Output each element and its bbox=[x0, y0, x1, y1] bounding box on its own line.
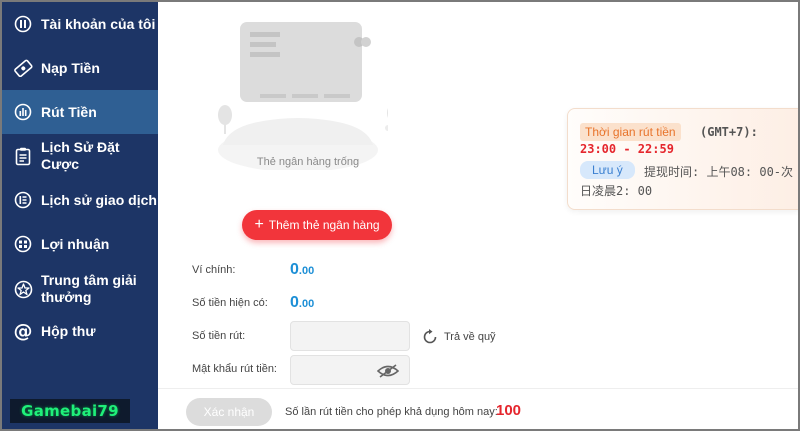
sidebar-item-inbox[interactable]: @ Hộp thư bbox=[2, 312, 158, 350]
plus-icon: + bbox=[254, 216, 264, 233]
add-bank-card-button[interactable]: + Thêm thẻ ngân hàng bbox=[242, 210, 392, 240]
brand-logo: Gamebai79 bbox=[10, 399, 130, 423]
available-int: 0 bbox=[290, 294, 299, 311]
sidebar-item-deposit[interactable]: Nạp Tiền bbox=[2, 46, 158, 90]
deposit-icon bbox=[13, 58, 33, 78]
withdraw-panel: Thẻ ngân hàng trống + Thêm thẻ ngân hàng… bbox=[158, 2, 798, 429]
add-bank-card-label: Thêm thẻ ngân hàng bbox=[268, 218, 380, 232]
eye-hidden-icon[interactable] bbox=[377, 364, 399, 378]
sidebar-item-transaction-history[interactable]: Lịch sử giao dịch bbox=[2, 178, 158, 222]
star-icon bbox=[13, 279, 33, 299]
note-tag: Lưu ý bbox=[580, 161, 635, 179]
sidebar-item-label: Nạp Tiền bbox=[41, 59, 100, 76]
withdraw-password-label: Mật khẩu rút tiền: bbox=[192, 363, 277, 375]
app-frame: Tài khoản của tôi Nạp Tiền Rút Tiền Lịch… bbox=[2, 2, 798, 429]
note-text-line1: 提现时间: 上午08: 00-次 bbox=[644, 165, 794, 179]
empty-bank-card-illustration bbox=[218, 22, 388, 170]
withdraw-hours: 23:00 - 22:59 bbox=[580, 142, 674, 156]
account-icon bbox=[13, 14, 33, 34]
available-amount: 0.00 bbox=[290, 294, 314, 312]
confirm-button[interactable]: Xác nhận bbox=[186, 398, 272, 426]
sidebar-item-label: Rút Tiền bbox=[41, 103, 97, 120]
main-wallet-label: Ví chính: bbox=[192, 264, 236, 276]
timezone-text: (GMT+7): bbox=[700, 125, 758, 139]
available-amount-label: Số tiền hiện có: bbox=[192, 297, 268, 309]
withdraw-password-field[interactable] bbox=[290, 355, 410, 385]
at-icon: @ bbox=[13, 320, 33, 342]
main-wallet-dec: .00 bbox=[298, 265, 315, 277]
withdraw-time-tag: Thời gian rút tiền bbox=[580, 123, 681, 141]
sidebar-item-rewards[interactable]: Trung tâm giải thưởng bbox=[2, 266, 158, 312]
withdraw-amount-field[interactable] bbox=[290, 321, 410, 351]
bet-history-icon bbox=[13, 146, 33, 166]
main-wallet-amount: 0.00 bbox=[290, 261, 314, 279]
note-text-line2: 日凌晨2: 00 bbox=[580, 184, 653, 198]
sidebar-item-label: Lịch Sử Đặt Cược bbox=[41, 139, 120, 172]
withdraw-amount-label: Số tiền rút: bbox=[192, 330, 246, 342]
daily-withdraw-count-label: Số lần rút tiền cho phép khả dụng hôm na… bbox=[285, 406, 498, 418]
available-dec: .00 bbox=[298, 298, 315, 310]
withdraw-time-info-card: Thời gian rút tiền (GMT+7): 23:00 - 22:5… bbox=[567, 108, 798, 210]
sidebar-item-label: Trung tâm giải thưởng bbox=[41, 272, 137, 305]
footer-bar: Xác nhận Số lần rút tiền cho phép khả dụ… bbox=[158, 388, 798, 429]
sidebar-item-bet-history[interactable]: Lịch Sử Đặt Cược bbox=[2, 134, 158, 178]
return-to-fund-link[interactable]: Trả về quỹ bbox=[421, 328, 496, 346]
sidebar-item-profit[interactable]: Lợi nhuận bbox=[2, 222, 158, 266]
return-to-fund-label: Trả về quỹ bbox=[444, 331, 496, 343]
main-wallet-int: 0 bbox=[290, 261, 299, 278]
daily-withdraw-count-value: 100 bbox=[496, 402, 522, 419]
sidebar-item-label: Tài khoản của tôi bbox=[41, 15, 156, 32]
empty-bank-card-text: Thẻ ngân hàng trống bbox=[256, 156, 360, 168]
profit-icon bbox=[13, 234, 33, 254]
withdraw-icon bbox=[13, 102, 33, 122]
sidebar-item-label: Hộp thư bbox=[41, 322, 96, 339]
refresh-icon bbox=[423, 329, 437, 344]
sidebar: Tài khoản của tôi Nạp Tiền Rút Tiền Lịch… bbox=[2, 2, 158, 429]
sidebar-item-label: Lợi nhuận bbox=[41, 235, 110, 252]
sidebar-item-label: Lịch sử giao dịch bbox=[41, 191, 157, 208]
sidebar-item-withdraw[interactable]: Rút Tiền bbox=[2, 90, 158, 134]
transaction-history-icon bbox=[13, 190, 33, 210]
sidebar-item-account[interactable]: Tài khoản của tôi bbox=[2, 2, 158, 46]
withdraw-amount-input[interactable] bbox=[291, 322, 409, 350]
